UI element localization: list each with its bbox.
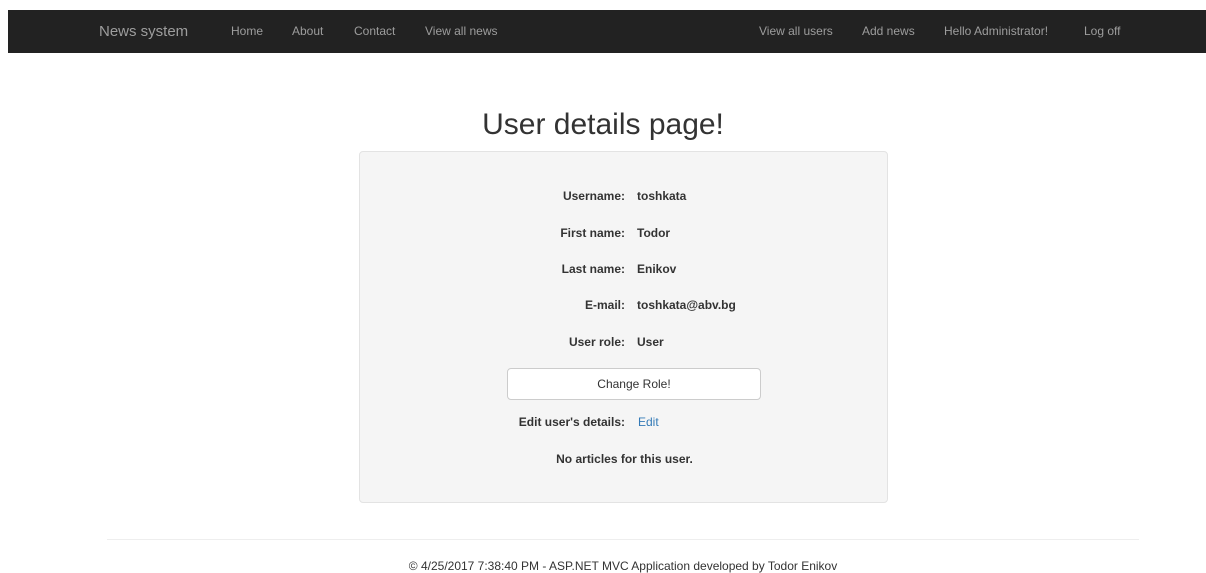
nav-hello-user[interactable]: Hello Administrator! bbox=[944, 10, 1048, 53]
edit-details-label: Edit user's details: bbox=[518, 415, 625, 429]
nav-about[interactable]: About bbox=[292, 10, 323, 53]
last-name-value: Enikov bbox=[637, 262, 677, 276]
first-name-value: Todor bbox=[637, 226, 671, 240]
nav-view-all-users[interactable]: View all users bbox=[759, 10, 833, 53]
footer-divider bbox=[107, 539, 1139, 540]
username-value: toshkata bbox=[637, 189, 687, 203]
user-details-panel: Username: toshkata First name: Todor Las… bbox=[359, 151, 888, 503]
page-title: User details page! bbox=[482, 108, 724, 141]
last-name-label: Last name: bbox=[561, 262, 625, 276]
no-articles-message: No articles for this user. bbox=[556, 452, 693, 466]
edit-link[interactable]: Edit bbox=[638, 415, 659, 429]
email-label: E-mail: bbox=[584, 298, 625, 312]
change-role-button[interactable]: Change Role! bbox=[507, 368, 761, 400]
footer-text: © 4/25/2017 7:38:40 PM - ASP.NET MVC App… bbox=[408, 559, 838, 573]
email-value: toshkata@abv.bg bbox=[637, 298, 736, 312]
user-role-value: User bbox=[637, 335, 664, 349]
first-name-label: First name: bbox=[560, 226, 625, 240]
nav-add-news[interactable]: Add news bbox=[862, 10, 915, 53]
brand-link[interactable]: News system bbox=[99, 10, 188, 53]
nav-view-all-news[interactable]: View all news bbox=[425, 10, 497, 53]
nav-contact[interactable]: Contact bbox=[354, 10, 395, 53]
nav-log-off[interactable]: Log off bbox=[1084, 10, 1120, 53]
user-role-label: User role: bbox=[568, 335, 625, 349]
top-navbar: News system Home About Contact View all … bbox=[8, 10, 1206, 53]
username-label: Username: bbox=[562, 189, 625, 203]
nav-home[interactable]: Home bbox=[231, 10, 263, 53]
